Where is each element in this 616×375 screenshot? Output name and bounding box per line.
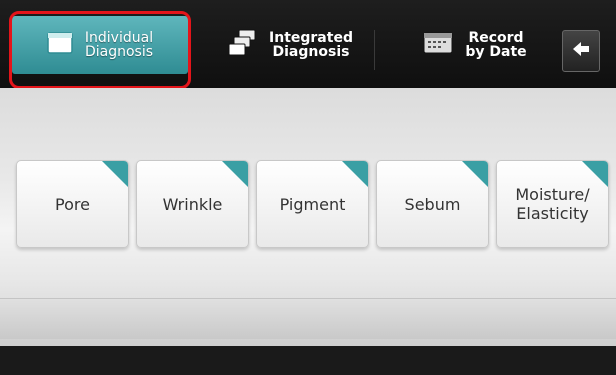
main-content: Pore Wrinkle Pigment Sebum Moisture/ Ela… <box>0 88 616 346</box>
tab-individual-diagnosis[interactable]: Individual Diagnosis <box>12 16 188 74</box>
corner-fold-icon <box>462 161 488 187</box>
category-label: Sebum <box>404 194 461 214</box>
category-pigment-button[interactable]: Pigment <box>256 160 369 248</box>
category-label: Pigment <box>279 194 346 214</box>
corner-fold-icon <box>582 161 608 187</box>
category-sebum-button[interactable]: Sebum <box>376 160 489 248</box>
tab-label: Individual Diagnosis <box>84 30 154 60</box>
window-icon <box>47 32 73 58</box>
back-arrow-icon <box>572 41 590 61</box>
stacked-windows-icon <box>227 29 257 61</box>
tab-integrated-diagnosis[interactable]: Integrated Diagnosis <box>215 16 365 74</box>
calendar-icon <box>423 31 453 59</box>
category-label: Pore <box>55 194 90 214</box>
bottom-band <box>0 298 616 339</box>
top-tab-bar: Individual Diagnosis Integrated Diagnosi… <box>0 0 616 89</box>
category-wrinkle-button[interactable]: Wrinkle <box>136 160 249 248</box>
tab-divider <box>374 30 375 70</box>
corner-fold-icon <box>342 161 368 187</box>
category-row: Pore Wrinkle Pigment Sebum Moisture/ Ela… <box>0 160 616 250</box>
corner-fold-icon <box>222 161 248 187</box>
back-button[interactable] <box>562 30 600 72</box>
category-moisture-elasticity-button[interactable]: Moisture/ Elasticity <box>496 160 609 248</box>
category-label: Moisture/ Elasticity <box>515 185 590 223</box>
category-pore-button[interactable]: Pore <box>16 160 129 248</box>
corner-fold-icon <box>102 161 128 187</box>
tab-label: Integrated Diagnosis <box>269 30 353 60</box>
bottom-bar <box>0 346 616 375</box>
category-label: Wrinkle <box>162 194 223 214</box>
tab-label: Record by Date <box>465 30 527 60</box>
tab-record-by-date[interactable]: Record by Date <box>405 16 545 74</box>
